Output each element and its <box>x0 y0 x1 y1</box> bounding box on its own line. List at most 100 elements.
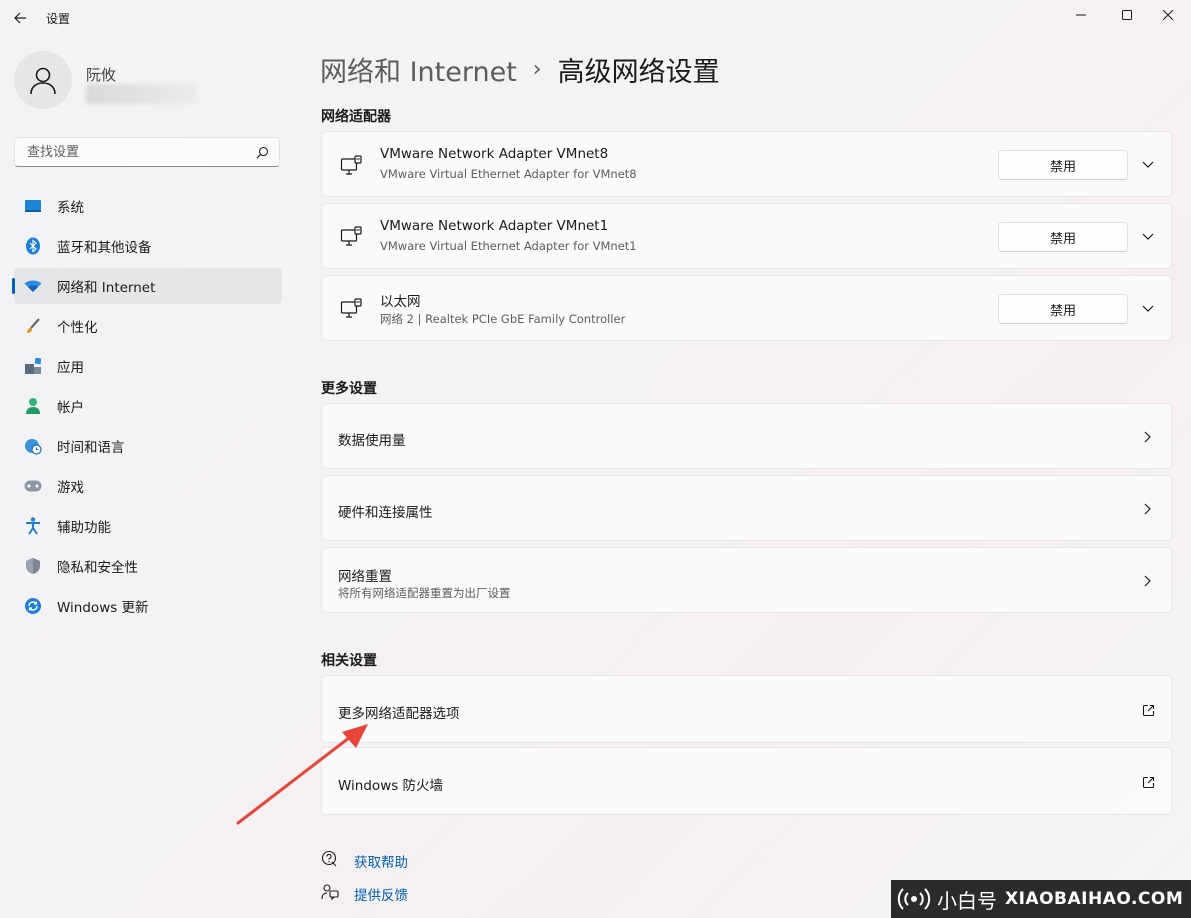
disable-button[interactable]: 禁用 <box>998 222 1128 252</box>
chevron-down-icon[interactable] <box>1140 229 1156 245</box>
row-label: 硬件和连接属性 <box>338 505 433 521</box>
adapter-description: 网络 2 | Realtek PCIe GbE Family Controlle… <box>380 312 626 326</box>
shield-icon <box>24 557 42 575</box>
disable-button[interactable]: 禁用 <box>998 294 1128 324</box>
sidebar-item-apps[interactable]: 应用 <box>14 348 282 384</box>
person-icon <box>24 397 42 415</box>
adapter-description: VMware Virtual Ethernet Adapter for VMne… <box>380 239 637 253</box>
row-label: 数据使用量 <box>338 433 406 449</box>
sidebar-item-label: Windows 更新 <box>57 600 149 616</box>
external-link-icon <box>1140 702 1156 718</box>
page-title: 高级网络设置 <box>557 57 720 88</box>
sidebar-item-accessibility[interactable]: 辅助功能 <box>14 508 282 544</box>
user-name: 阮攸 <box>86 66 117 84</box>
bluetooth-icon <box>24 237 42 255</box>
adapter-description: VMware Virtual Ethernet Adapter for VMne… <box>380 167 637 181</box>
maximize-button[interactable] <box>1104 0 1150 30</box>
sidebar-item-system[interactable]: 系统 <box>14 188 282 224</box>
user-email-redacted <box>86 84 196 104</box>
chevron-right-icon <box>1140 573 1156 589</box>
more-adapter-options-row[interactable]: 更多网络适配器选项 <box>321 675 1172 743</box>
section-title-related-settings: 相关设置 <box>321 653 377 669</box>
adapter-name: VMware Network Adapter VMnet8 <box>380 146 609 162</box>
sidebar-item-gaming[interactable]: 游戏 <box>14 468 282 504</box>
adapter-card-vmnet1[interactable]: VMware Network Adapter VMnet1 VMware Vir… <box>321 203 1172 269</box>
sidebar-item-label: 隐私和安全性 <box>57 560 138 576</box>
annotation-arrow-icon <box>236 724 368 825</box>
sidebar-item-label: 时间和语言 <box>57 440 125 456</box>
row-label: 网络重置 <box>338 569 392 585</box>
broadcast-icon <box>897 888 931 910</box>
network-reset-row[interactable]: 网络重置 将所有网络适配器重置为出厂设置 <box>321 547 1172 613</box>
watermark-text-en: XIAOBAIHAO.COM <box>1005 889 1184 909</box>
adapter-name: 以太网 <box>380 294 421 310</box>
adapter-name: VMware Network Adapter VMnet1 <box>380 218 609 234</box>
gamepad-icon <box>24 477 42 495</box>
breadcrumb-parent[interactable]: 网络和 Internet <box>320 50 517 89</box>
search-icon[interactable] <box>256 146 269 159</box>
help-icon <box>320 849 340 869</box>
sidebar-item-label: 帐户 <box>57 400 84 416</box>
sidebar-item-label: 个性化 <box>57 320 98 336</box>
network-adapter-icon <box>340 226 362 246</box>
breadcrumb-separator: › <box>532 57 542 82</box>
apps-icon <box>24 357 42 375</box>
sidebar-item-label: 辅助功能 <box>57 520 111 536</box>
windows-firewall-row[interactable]: Windows 防火墙 <box>321 747 1172 815</box>
watermark-text-cn: 小白号 <box>937 888 997 913</box>
section-title-adapters: 网络适配器 <box>321 109 391 125</box>
chevron-down-icon[interactable] <box>1140 301 1156 317</box>
active-indicator <box>12 278 15 294</box>
feedback-icon <box>320 882 340 902</box>
network-adapter-icon <box>340 155 362 175</box>
section-title-more-settings: 更多设置 <box>321 381 377 397</box>
display-icon <box>24 197 42 215</box>
sidebar-nav: 系统 蓝牙和其他设备 网络和 Internet 个性化 应用 帐户 时间和语言 … <box>12 188 282 628</box>
accessibility-icon <box>24 517 42 535</box>
data-usage-row[interactable]: 数据使用量 <box>321 403 1172 469</box>
chevron-right-icon <box>1140 501 1156 517</box>
back-button[interactable] <box>8 6 32 30</box>
chevron-right-icon <box>1140 429 1156 445</box>
disable-button[interactable]: 禁用 <box>998 150 1128 180</box>
person-icon <box>30 67 56 95</box>
maximize-icon <box>1122 10 1132 20</box>
globe-clock-icon <box>24 437 42 455</box>
avatar[interactable] <box>14 51 72 109</box>
breadcrumb: 网络和 Internet › 高级网络设置 <box>320 50 720 89</box>
network-adapter-icon <box>340 298 362 318</box>
sidebar-item-label: 应用 <box>57 360 84 376</box>
title-bar: 设置 <box>0 0 1191 36</box>
wifi-icon <box>24 277 42 295</box>
get-help-link[interactable]: 获取帮助 <box>354 851 408 871</box>
sidebar-item-label: 网络和 Internet <box>57 280 156 296</box>
adapter-card-ethernet[interactable]: 以太网 网络 2 | Realtek PCIe GbE Family Contr… <box>321 275 1172 341</box>
chevron-down-icon[interactable] <box>1140 157 1156 173</box>
close-icon <box>1163 10 1173 20</box>
sidebar-item-time-language[interactable]: 时间和语言 <box>14 428 282 464</box>
adapter-card-vmnet8[interactable]: VMware Network Adapter VMnet8 VMware Vir… <box>321 131 1172 197</box>
sidebar-item-bluetooth[interactable]: 蓝牙和其他设备 <box>14 228 282 264</box>
minimize-button[interactable] <box>1058 0 1104 30</box>
hardware-properties-row[interactable]: 硬件和连接属性 <box>321 475 1172 541</box>
sidebar-item-accounts[interactable]: 帐户 <box>14 388 282 424</box>
sidebar-item-label: 系统 <box>57 200 84 216</box>
app-title: 设置 <box>46 12 71 26</box>
sidebar-item-windows-update[interactable]: Windows 更新 <box>14 588 282 624</box>
watermark-logo: 小白号 XIAOBAIHAO.COM <box>891 880 1191 918</box>
search-box[interactable] <box>14 137 280 167</box>
sidebar-item-label: 蓝牙和其他设备 <box>57 240 152 256</box>
sidebar-item-personalization[interactable]: 个性化 <box>14 308 282 344</box>
row-description: 将所有网络适配器重置为出厂设置 <box>338 586 511 600</box>
sidebar-item-label: 游戏 <box>57 480 84 496</box>
minimize-icon <box>1076 14 1086 16</box>
back-arrow-icon <box>14 12 26 24</box>
external-link-icon <box>1140 774 1156 790</box>
search-input[interactable] <box>25 143 249 161</box>
close-button[interactable] <box>1145 0 1191 30</box>
sidebar-item-network[interactable]: 网络和 Internet <box>12 268 282 304</box>
update-icon <box>24 597 42 615</box>
brush-icon <box>24 317 42 335</box>
sidebar-item-privacy-security[interactable]: 隐私和安全性 <box>14 548 282 584</box>
give-feedback-link[interactable]: 提供反馈 <box>354 884 408 904</box>
